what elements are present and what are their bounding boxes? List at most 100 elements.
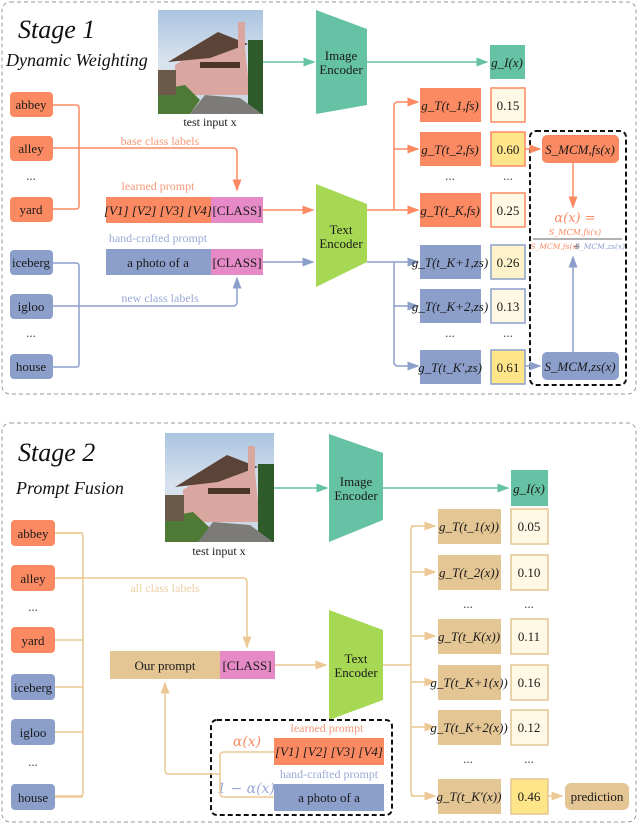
stage1-learned-prompt-caption: learned prompt xyxy=(122,179,196,193)
all-class-caption: all class labels xyxy=(130,581,200,595)
feature-label: g_T(t_K'(x)) xyxy=(437,789,502,804)
stage2-handcrafted-text: a photo of a xyxy=(298,790,360,805)
stage2-image-encoder-line2: Encoder xyxy=(334,488,378,503)
zs-feature-list: g_T(t_K+1,zs) 0.26 g_T(t_K+2,zs) 0.13 ..… xyxy=(412,244,526,385)
class-ellipsis: ... xyxy=(28,599,38,614)
stage1-base-classes: abbey alley ... yard xyxy=(10,92,53,222)
class-chip-label: igloo xyxy=(18,299,45,314)
stage2-image-feature-label: g_I(x) xyxy=(513,481,545,496)
feature-ellipsis: ... xyxy=(463,596,473,611)
stage1-text-encoder-line2: Encoder xyxy=(319,236,363,251)
fs-ellipsis: ... xyxy=(503,168,513,183)
feature-label: g_T(t_2(x)) xyxy=(439,565,499,580)
stage2-feature-trunk-lower xyxy=(410,665,416,797)
stage2-text-encoder-line1: Text xyxy=(345,651,368,666)
stage2-subtitle: Prompt Fusion xyxy=(15,478,124,498)
stage1-new-classes: iceberg igloo ... house xyxy=(10,250,53,379)
class-chip-label: alley xyxy=(18,141,44,156)
class-chip-label: house xyxy=(16,359,47,374)
stage1-title: Stage 1 xyxy=(18,15,95,44)
alpha-denominator-zs: S_MCM,zs(x) xyxy=(575,242,625,251)
alpha-denominator-fs: S_MCM,fs(x) xyxy=(530,242,579,251)
mcm-fs-label: S_MCM,fs(x) xyxy=(545,142,615,157)
class-token-label: [CLASS] xyxy=(222,658,271,673)
stage1-test-image xyxy=(158,10,263,114)
stage1-handcrafted-caption: hand-crafted prompt xyxy=(109,231,208,245)
class-chip-label: igloo xyxy=(20,725,47,740)
mcm-weighting-box xyxy=(529,130,627,386)
base-class-bracket xyxy=(53,104,80,210)
alpha-numerator: S_MCM,fs(x) xyxy=(549,228,601,237)
zs-ellipsis: ... xyxy=(445,325,455,340)
fs-feature-label: g_T(t_2,fs) xyxy=(421,142,478,157)
fs-feature-label: g_T(t_K,fs) xyxy=(420,203,480,218)
handcrafted-prompt-text: a photo of a xyxy=(127,255,189,270)
new-class-bracket xyxy=(53,262,80,368)
class-chip-label: yard xyxy=(19,202,43,217)
fs-ellipsis: ... xyxy=(445,168,455,183)
score-ellipsis: ... xyxy=(524,751,534,766)
zs-feature-label: g_T(t_K',zs) xyxy=(418,360,482,375)
fs-score-value: 0.25 xyxy=(497,203,520,218)
prediction-label: prediction xyxy=(571,789,624,804)
fs-score-value: 0.60 xyxy=(497,142,520,157)
stage2-image-caption: test input x xyxy=(192,544,245,558)
stage2-image-encoder-line1: Image xyxy=(340,474,373,489)
zs-ellipsis: ... xyxy=(503,325,513,340)
class-ellipsis: ... xyxy=(26,325,36,340)
our-prompt-label: Our prompt xyxy=(134,658,195,673)
feature-label: g_T(t_1(x)) xyxy=(439,519,499,534)
stage2-test-image xyxy=(165,433,274,542)
base-class-caption: base class labels xyxy=(121,134,200,148)
class-chip-label: abbey xyxy=(15,97,47,112)
fs-trunk xyxy=(367,106,395,211)
zs-trunk xyxy=(367,261,395,362)
class-ellipsis: ... xyxy=(28,754,38,769)
stage1-image-caption: test input x xyxy=(183,115,236,129)
score-value: 0.05 xyxy=(518,519,541,534)
fs-feature-label: g_T(t_1,fs) xyxy=(421,98,478,113)
one-minus-alpha-label: 1 − α(x) xyxy=(217,781,275,797)
stage2-handcrafted-caption: hand-crafted prompt xyxy=(280,767,379,781)
zs-score-value: 0.26 xyxy=(497,255,520,270)
class-chip-label: iceberg xyxy=(14,680,53,695)
score-value: 0.11 xyxy=(518,629,540,644)
score-value: 0.16 xyxy=(518,675,541,690)
stage1-text-encoder-line1: Text xyxy=(330,222,353,237)
fs-feature-list: g_T(t_1,fs) 0.15 g_T(t_2,fs) 0.60 ... ..… xyxy=(420,87,526,228)
zs-score-value: 0.61 xyxy=(497,360,520,375)
stage1-panel: Stage 1 Dynamic Weighting test input x I… xyxy=(1,1,637,395)
stage1-image-encoder-line2: Encoder xyxy=(319,62,363,77)
zs-feature-label: g_T(t_K+2,zs) xyxy=(412,299,488,314)
alpha-formula: α(x) = S_MCM,fs(x) S_MCM,fs(x) + S_MCM,z… xyxy=(530,211,625,251)
alpha-lhs: α(x) = xyxy=(554,211,595,226)
score-value: 0.10 xyxy=(518,565,541,580)
score-value: 0.12 xyxy=(518,720,541,735)
stage1-learned-prompt-tokens: [V1] [V2] [V3] [V4] xyxy=(104,203,212,218)
stage2-panel: Stage 2 Prompt Fusion test input x Image… xyxy=(1,422,637,823)
score-value: 0.46 xyxy=(518,789,541,804)
stage2-feature-list: g_T(t_1(x)) 0.05 g_T(t_2(x)) 0.10... ... g_T(… xyxy=(411,508,549,815)
stage2-class-list: abbey alley... yard iceberg igloo... house xyxy=(11,520,83,810)
stage1-image-feature-label: g_I(x) xyxy=(491,55,523,70)
class-ellipsis: ... xyxy=(26,168,36,183)
zs-score-value: 0.13 xyxy=(497,299,520,314)
all-class-bracket xyxy=(55,532,84,797)
feature-label: g_T(t_K+2(x)) xyxy=(430,720,507,735)
stage1-subtitle: Dynamic Weighting xyxy=(5,50,148,70)
class-chip-label: alley xyxy=(20,571,46,586)
zs-feature-label: g_T(t_K+1,zs) xyxy=(412,255,488,270)
class-token-label: [CLASS] xyxy=(212,203,261,218)
stage2-learned-prompt-tokens: [V1] [V2] [V3] [V4] xyxy=(275,744,383,759)
stage2-text-encoder-line2: Encoder xyxy=(334,665,378,680)
zs-arrow-k xyxy=(393,361,420,371)
stage2-learned-prompt-caption: learned prompt xyxy=(291,721,365,735)
fs-arrow-1 xyxy=(393,97,420,107)
stage2-feature-trunk xyxy=(383,525,416,666)
class-chip-label: house xyxy=(18,790,49,805)
class-chip-label: iceberg xyxy=(12,255,51,270)
feature-label: g_T(t_K+1(x)) xyxy=(430,675,507,690)
new-class-caption: new class labels xyxy=(121,291,199,305)
mcm-zs-label: S_MCM,zs(x) xyxy=(544,359,615,374)
stage2-title: Stage 2 xyxy=(18,438,95,467)
